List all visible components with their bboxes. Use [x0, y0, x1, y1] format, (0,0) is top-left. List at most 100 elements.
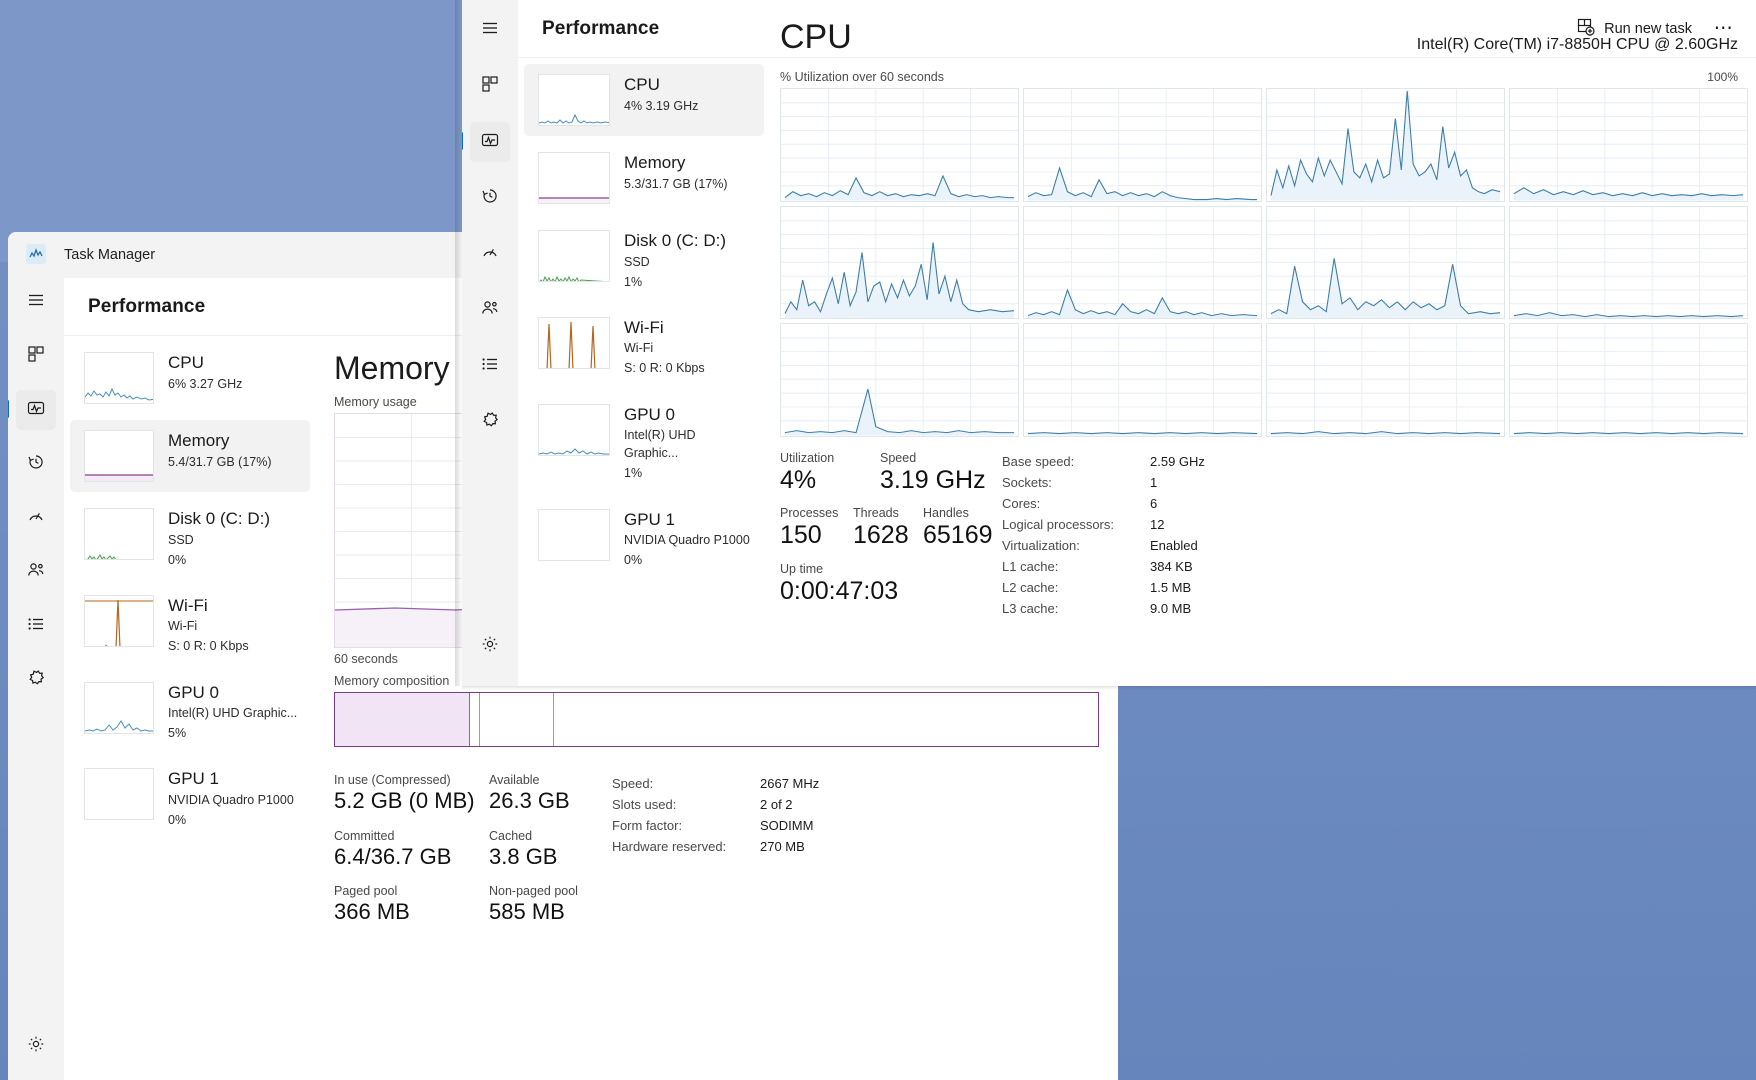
list-item[interactable]: CPU 4% 3.19 GHz — [524, 64, 764, 136]
detail-key: L3 cache: — [1002, 601, 1059, 616]
app-history-icon — [27, 453, 45, 476]
resource-thumbnail — [538, 508, 610, 561]
table-row: L1 cache: 384 KB — [1002, 556, 1205, 577]
sidebar-item-users[interactable] — [470, 290, 510, 330]
stat-value: 3.19 GHz — [880, 466, 986, 494]
foreground-window-shadow-left — [455, 0, 462, 686]
list-item[interactable]: Memory 5.3/31.7 GB (17%) — [524, 142, 764, 214]
sidebar-item-settings[interactable] — [16, 1026, 56, 1066]
resource-name: GPU 1 — [624, 509, 676, 529]
sidebar-item-processes[interactable] — [16, 336, 56, 376]
detail-key: Slots used: — [612, 797, 677, 812]
table-row: Logical processors: 12 — [1002, 514, 1205, 535]
sidebar-item-startup-apps[interactable] — [16, 498, 56, 538]
detail-key: Sockets: — [1002, 475, 1052, 490]
sidebar-item-processes[interactable] — [470, 66, 510, 106]
cpu-detail-header: CPU Intel(R) Core(TM) i7-8850H CPU @ 2.6… — [780, 20, 1738, 54]
sidebar-item-details[interactable] — [470, 346, 510, 386]
resource-line1: SSD — [624, 254, 650, 269]
resource-thumbnail — [84, 681, 154, 734]
sidebar-item-menu[interactable] — [16, 282, 56, 322]
stat-up-time: Up time 0:00:47:03 — [780, 562, 898, 607]
foreground-task-manager-window[interactable]: Performance Run new task ⋯ CPU 4% 3.19 G… — [462, 0, 1756, 686]
table-row: Speed: 2667 MHz — [612, 773, 819, 794]
stat-label: Cached — [489, 828, 533, 843]
stat-label: Paged pool — [334, 884, 398, 898]
sidebar-item-services[interactable] — [16, 660, 56, 700]
startup-apps-icon — [27, 507, 45, 530]
stat-paged-pool: Paged pool 366 MB — [334, 884, 489, 926]
background-page-title: Performance — [88, 295, 206, 317]
resource-line1: 6% 3.27 GHz — [168, 376, 243, 391]
resource-line1: Intel(R) UHD Graphic... — [168, 706, 298, 721]
stat-label: Speed — [880, 451, 917, 465]
list-item[interactable]: Disk 0 (C: D:) SSD 0% — [70, 498, 310, 579]
sidebar-item-performance[interactable] — [8, 390, 56, 430]
resource-thumbnail — [538, 152, 610, 204]
cpu-graph-caption: % Utilization over 60 seconds — [780, 70, 944, 84]
resource-thumbnail — [84, 508, 154, 560]
detail-key: Form factor: — [612, 818, 683, 833]
table-row: Hardware reserved: 270 MB — [612, 836, 819, 857]
cpu-page-title: CPU — [780, 18, 852, 56]
users-icon — [481, 299, 499, 322]
details-icon — [481, 355, 499, 378]
resource-name: Memory — [168, 431, 230, 450]
resource-line2: 5% — [168, 726, 187, 741]
sidebar-item-performance[interactable] — [462, 122, 510, 162]
sidebar-item-app-history[interactable] — [470, 178, 510, 218]
resource-name: Disk 0 (C: D:) — [624, 231, 726, 250]
resource-name: Wi-Fi — [624, 317, 664, 337]
sidebar-item-app-history[interactable] — [16, 444, 56, 484]
list-item[interactable]: GPU 1 NVIDIA Quadro P1000 0% — [524, 499, 764, 580]
resource-line1: Wi-Fi — [168, 619, 198, 634]
list-item[interactable]: GPU 1 NVIDIA Quadro P1000 0% — [70, 758, 310, 839]
list-item[interactable]: Memory 5.4/31.7 GB (17%) — [70, 420, 310, 492]
background-window-title: Task Manager — [64, 247, 156, 263]
background-resource-list[interactable]: CPU 6% 3.27 GHz Memory 5.4/31.7 GB (17%) — [64, 336, 316, 845]
services-icon — [27, 669, 45, 692]
sidebar-item-details[interactable] — [16, 606, 56, 646]
stat-speed: Speed 3.19 GHz — [880, 451, 986, 496]
resource-thumbnail — [538, 403, 610, 456]
sidebar-item-startup-apps[interactable] — [470, 234, 510, 274]
memory-composition-divider — [553, 693, 554, 746]
list-item[interactable]: Wi-Fi Wi-Fi S: 0 R: 0 Kbps — [524, 307, 764, 388]
memory-composition-divider — [479, 693, 480, 746]
foreground-resource-list[interactable]: CPU 4% 3.19 GHz Memory 5.3/31.7 GB (17%) — [518, 58, 770, 585]
detail-value: 384 KB — [1150, 559, 1193, 574]
resource-line2: 1% — [624, 274, 643, 289]
resource-line2: 0% — [168, 552, 187, 567]
stat-label: Non-paged pool — [489, 884, 578, 898]
resource-name: Wi-Fi — [168, 595, 208, 615]
resource-thumbnail — [538, 230, 610, 282]
background-nav-rail[interactable] — [8, 232, 64, 1080]
processes-icon — [27, 345, 45, 368]
cpu-core-graph — [780, 323, 1019, 437]
stat-label: Up time — [780, 561, 824, 576]
stat-cached: Cached 3.8 GB — [489, 829, 557, 871]
list-item[interactable]: Wi-Fi Wi-Fi S: 0 R: 0 Kbps — [70, 585, 310, 666]
sidebar-item-settings[interactable] — [470, 626, 510, 666]
resource-name: GPU 1 — [168, 769, 220, 789]
stat-value: 65169 — [923, 521, 993, 550]
list-item[interactable]: Disk 0 (C: D:) SSD 1% — [524, 220, 764, 301]
detail-value: 1.5 MB — [1150, 580, 1192, 595]
sidebar-item-menu[interactable] — [470, 10, 510, 50]
detail-value: 2.59 GHz — [1150, 454, 1205, 469]
stat-value: 366 MB — [334, 899, 410, 924]
sidebar-item-services[interactable] — [470, 402, 510, 442]
cpu-stats-row: Utilization 4% Speed 3.19 GHz Processes … — [780, 451, 1738, 619]
resource-thumbnail — [84, 594, 154, 647]
foreground-nav-rail[interactable] — [462, 0, 518, 686]
memory-details-table: Speed: 2667 MHz Slots used: 2 of 2 Form … — [612, 773, 819, 926]
sidebar-item-users[interactable] — [16, 552, 56, 592]
list-item[interactable]: GPU 0 Intel(R) UHD Graphic... 5% — [70, 672, 310, 753]
cpu-core-graph — [1266, 205, 1505, 320]
resource-name: GPU 0 — [168, 682, 220, 702]
detail-key: Speed: — [612, 776, 654, 791]
list-item[interactable]: GPU 0 Intel(R) UHD Graphic... 1% — [524, 394, 764, 493]
stat-label: Processes — [780, 506, 839, 521]
list-item[interactable]: CPU 6% 3.27 GHz — [70, 342, 310, 414]
cpu-core-graph — [1266, 88, 1505, 202]
